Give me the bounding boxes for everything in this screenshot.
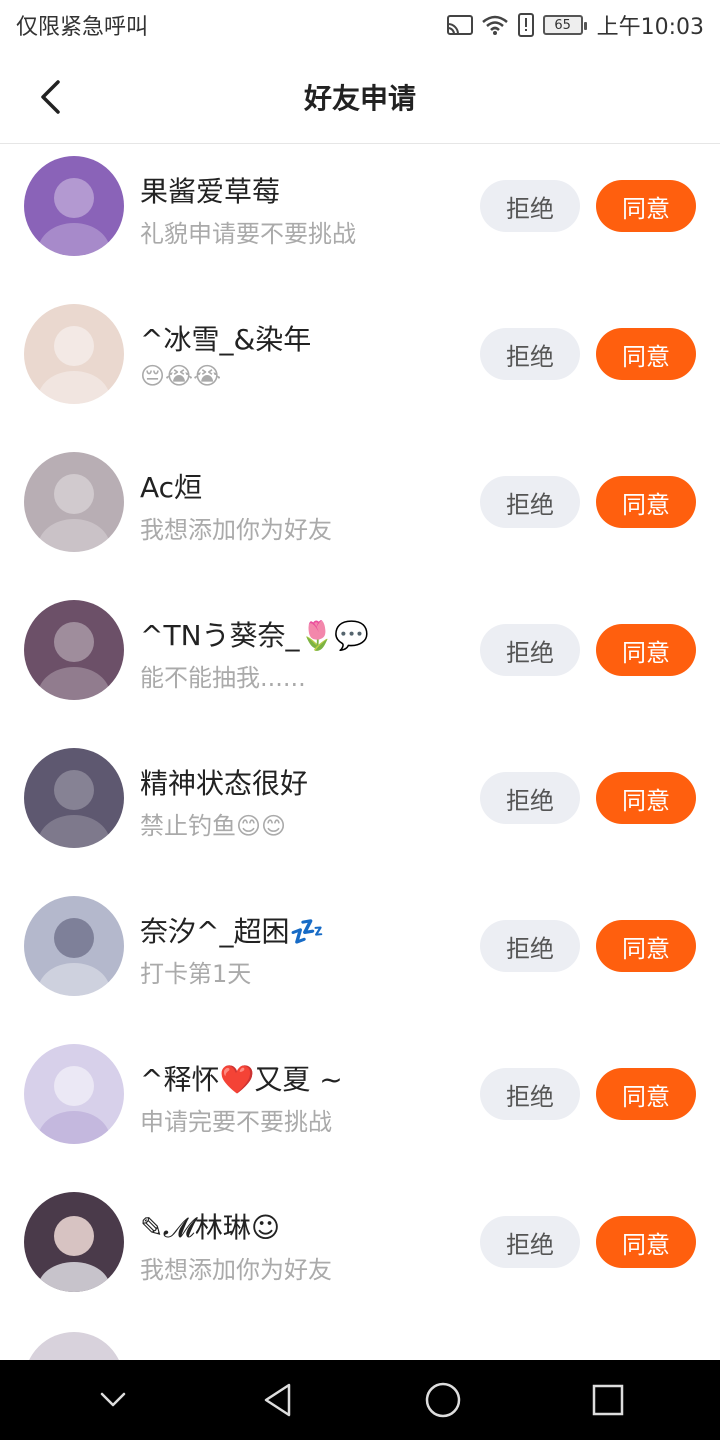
avatar[interactable] [24, 1044, 124, 1144]
friend-request-list[interactable]: 果酱爱草莓 礼貌申请要不要挑战 拒绝 同意 ^冰雪_&染年 😔😭😭 拒绝 同意 … [0, 144, 720, 1360]
accept-button[interactable]: 同意 [596, 920, 696, 972]
request-name: 精神状态很好 [140, 767, 309, 800]
reject-button[interactable]: 拒绝 [480, 920, 580, 972]
status-icons: 65 上午10:03 [446, 9, 704, 41]
status-bar: 仅限紧急呼叫 65 上午10:03 [0, 0, 720, 50]
request-name: ^释怀❤️又夏 ~ [140, 1063, 343, 1096]
avatar[interactable] [24, 156, 124, 256]
avatar[interactable] [24, 1192, 124, 1292]
accept-button[interactable]: 同意 [596, 772, 696, 824]
request-name: ✎𝓜林琳☺ [140, 1211, 281, 1244]
chevron-left-icon [41, 80, 60, 114]
friend-request-row: ^TNう葵奈_🌷💬 能不能抽我...... 拒绝 同意 [0, 588, 720, 736]
reject-button[interactable]: 拒绝 [480, 1216, 580, 1268]
accept-button[interactable]: 同意 [596, 476, 696, 528]
request-name: 果酱爱草莓 [140, 175, 281, 208]
system-nav-bar [0, 1360, 720, 1440]
avatar[interactable] [24, 748, 124, 848]
avatar[interactable] [24, 452, 124, 552]
reject-button[interactable]: 拒绝 [480, 328, 580, 380]
request-message: 申请完要不要挑战 [140, 1108, 332, 1136]
request-message: 能不能抽我...... [140, 664, 306, 692]
request-name: Ac烜 [140, 471, 203, 504]
wifi-icon [481, 14, 509, 36]
request-message: 我想添加你为好友 [140, 1256, 332, 1284]
battery-icon: 65 [542, 15, 587, 35]
back-triangle-icon [264, 1383, 290, 1417]
accept-button[interactable]: 同意 [596, 1068, 696, 1120]
avatar[interactable] [24, 304, 124, 404]
friend-request-row: 精神状态很好 禁止钓鱼😊😊 拒绝 同意 [0, 736, 720, 884]
home-button[interactable] [403, 1360, 483, 1440]
friend-request-row: ^释怀❤️又夏 ~ 申请完要不要挑战 拒绝 同意 [0, 1032, 720, 1180]
request-message: 😔😭😭 [140, 362, 222, 390]
collapse-button[interactable] [73, 1360, 153, 1440]
friend-request-row-partial [0, 1328, 720, 1360]
friend-request-row: 奈汐^_超困💤 打卡第1天 拒绝 同意 [0, 884, 720, 1032]
request-message: 我想添加你为好友 [140, 516, 332, 544]
reject-button[interactable]: 拒绝 [480, 624, 580, 676]
avatar[interactable] [24, 1332, 124, 1360]
request-message: 禁止钓鱼😊😊 [140, 812, 287, 840]
cast-icon [446, 14, 473, 36]
reject-button[interactable]: 拒绝 [480, 1068, 580, 1120]
back-nav-button[interactable] [238, 1360, 318, 1440]
reject-button[interactable]: 拒绝 [480, 772, 580, 824]
recents-square-icon [592, 1384, 623, 1416]
friend-request-row: Ac烜 我想添加你为好友 拒绝 同意 [0, 440, 720, 588]
alert-icon [517, 13, 535, 37]
back-button[interactable] [28, 72, 72, 122]
accept-button[interactable]: 同意 [596, 1216, 696, 1268]
request-name: ^TNう葵奈_🌷💬 [140, 619, 370, 652]
header: 好友申请 [0, 50, 720, 144]
accept-button[interactable]: 同意 [596, 180, 696, 232]
avatar[interactable] [24, 600, 124, 700]
recents-button[interactable] [568, 1360, 648, 1440]
page-title: 好友申请 [303, 81, 416, 115]
clock: 上午10:03 [596, 15, 704, 40]
reject-button[interactable]: 拒绝 [480, 180, 580, 232]
request-name: ^冰雪_&染年 [140, 323, 312, 356]
accept-button[interactable]: 同意 [596, 328, 696, 380]
request-message: 礼貌申请要不要挑战 [140, 220, 356, 248]
friend-request-row: 果酱爱草莓 礼貌申请要不要挑战 拒绝 同意 [0, 144, 720, 292]
accept-button[interactable]: 同意 [596, 624, 696, 676]
avatar[interactable] [24, 896, 124, 996]
home-circle-icon [425, 1382, 460, 1418]
request-name: 奈汐^_超困💤 [140, 915, 325, 948]
reject-button[interactable]: 拒绝 [480, 476, 580, 528]
request-message: 打卡第1天 [140, 960, 252, 988]
friend-request-row: ✎𝓜林琳☺ 我想添加你为好友 拒绝 同意 [0, 1180, 720, 1328]
carrier-text: 仅限紧急呼叫 [16, 15, 149, 40]
friend-request-row: ^冰雪_&染年 😔😭😭 拒绝 同意 [0, 292, 720, 440]
collapse-chevron-icon [100, 1392, 125, 1407]
